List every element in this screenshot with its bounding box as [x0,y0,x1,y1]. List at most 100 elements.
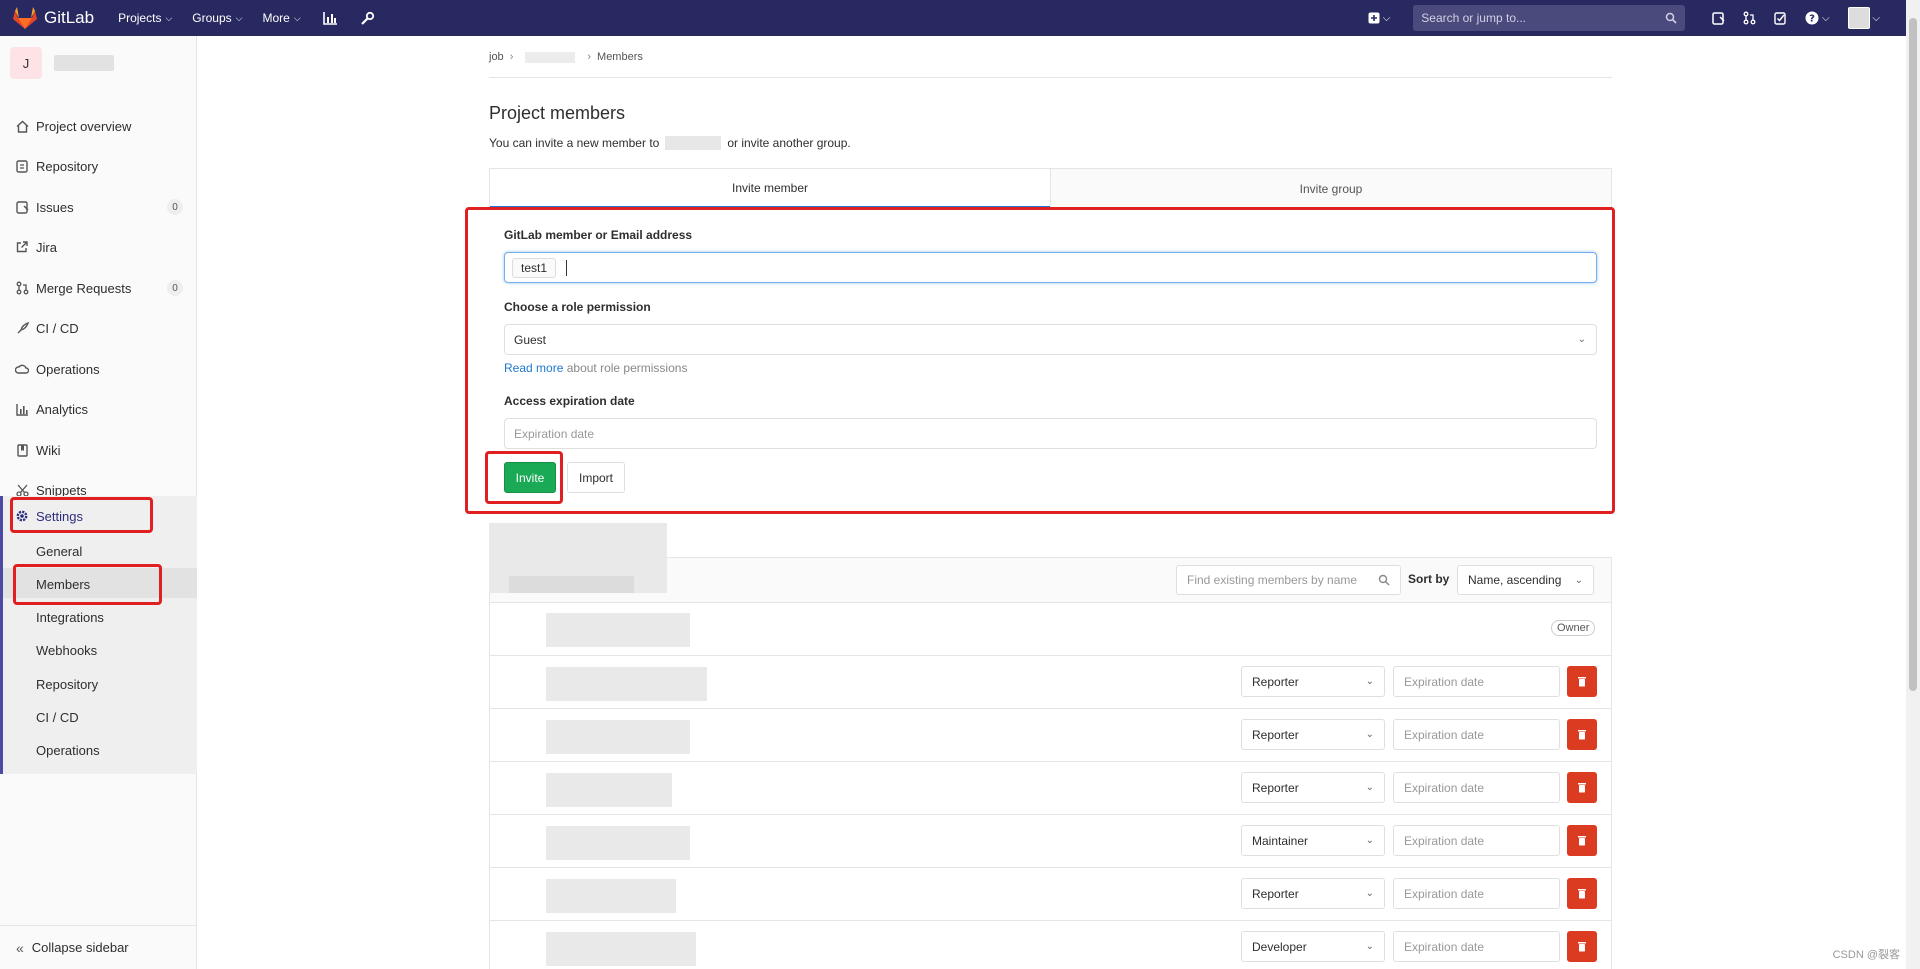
user-avatar-menu[interactable]: ⌵ [1847,7,1880,29]
sidebar-sub-members[interactable]: Members [36,577,90,592]
nav-groups[interactable]: Groups ⌵ [192,11,242,25]
sidebar-sub-operations[interactable]: Operations [36,743,100,758]
role-field-label: Choose a role permission [504,300,651,314]
page-scrollbar[interactable] [1906,0,1920,969]
member-expiration-input[interactable]: Expiration date [1393,825,1560,856]
sidebar-sub-ci-cd[interactable]: CI / CD [36,710,79,725]
member-search-input[interactable]: test1 [504,252,1597,283]
role-select[interactable]: Guest ⌄ [504,324,1597,355]
help-icon[interactable]: ? ⌵ [1805,11,1830,25]
sidebar-item-repository[interactable]: Repository [0,150,197,182]
breadcrumb-root[interactable]: job [489,51,504,63]
issues-icon [14,199,30,215]
member-expiration-input[interactable]: Expiration date [1393,931,1560,962]
sidebar-item-jira[interactable]: Jira [0,231,197,263]
remove-member-button[interactable] [1567,719,1597,750]
invite-tabs: Invite member Invite group [489,168,1612,209]
chevron-down-icon: ⌄ [1574,574,1583,586]
collapse-sidebar-button[interactable]: « Collapse sidebar [0,925,197,969]
new-item-plus-icon[interactable]: ⌵ [1368,12,1390,24]
user-avatar-icon [1847,7,1870,29]
expiration-date-input[interactable]: Expiration date [504,418,1597,449]
book-icon [14,442,30,458]
remove-member-button[interactable] [1567,772,1597,803]
sort-select[interactable]: Name, ascending ⌄ [1457,565,1594,595]
search-icon [1666,12,1677,24]
sidebar-sub-webhooks[interactable]: Webhooks [36,643,97,658]
global-search-input[interactable]: Search or jump to... [1413,5,1686,31]
tab-invite-member[interactable]: Invite member [490,169,1050,208]
wrench-icon[interactable] [360,11,375,26]
sidebar-sub-general[interactable]: General [36,544,82,559]
chevron-down-icon: ⌄ [1365,835,1374,846]
chevron-down-icon: ⌄ [1365,782,1374,793]
sidebar-sub-integrations[interactable]: Integrations [36,610,104,625]
read-more-link[interactable]: Read more [504,361,563,375]
activity-chart-icon[interactable] [322,11,338,25]
sidebar-item-issues[interactable]: Issues 0 [0,191,197,223]
trash-icon [1578,836,1586,846]
member-expiration-input[interactable]: Expiration date [1393,666,1560,697]
remove-member-button[interactable] [1567,666,1597,697]
header-divider [489,77,1612,78]
rocket-icon [14,320,30,336]
sidebar-sub-repository[interactable]: Repository [36,677,98,692]
member-role-select[interactable]: Reporter ⌄ [1241,878,1385,909]
page-title: Project members [489,103,626,123]
external-link-icon [14,239,30,255]
expiration-field-label: Access expiration date [504,394,635,408]
sidebar-item-merge-requests[interactable]: Merge Requests 0 [0,272,197,304]
sidebar-item-wiki[interactable]: Wiki [0,434,197,466]
member-expiration-input[interactable]: Expiration date [1393,878,1560,909]
trash-icon [1578,677,1586,687]
member-expiration-input[interactable]: Expiration date [1393,772,1560,803]
redacted-member [546,667,707,701]
trash-icon [1578,942,1586,952]
remove-member-button[interactable] [1567,878,1597,909]
member-role-select[interactable]: Developer ⌄ [1241,931,1385,962]
todos-nav-icon[interactable] [1774,11,1787,25]
redacted-member [546,720,690,754]
sidebar-item-ci-cd[interactable]: CI / CD [0,312,197,344]
merge-requests-nav-icon[interactable] [1743,11,1756,25]
find-members-input[interactable]: Find existing members by name [1176,565,1401,595]
member-role-select[interactable]: Reporter ⌄ [1241,772,1385,803]
chevron-down-icon: ⌵ [235,12,243,23]
sidebar-item-operations[interactable]: Operations [0,353,197,385]
sidebar-item-analytics[interactable]: Analytics [0,393,197,425]
top-navbar: GitLab Projects ⌵ Groups ⌵ More ⌵ ⌵ Search … [0,0,1906,36]
remove-member-button[interactable] [1567,931,1597,962]
nav-projects[interactable]: Projects ⌵ [118,11,172,25]
page-description: You can invite a new member to or invite… [489,136,851,150]
tab-invite-group[interactable]: Invite group [1050,169,1611,208]
sidebar-item-project-overview[interactable]: Project overview [0,110,197,142]
merge-requests-count-badge: 0 [167,280,183,296]
member-role-select[interactable]: Reporter ⌄ [1241,719,1385,750]
member-role-select[interactable]: Reporter ⌄ [1241,666,1385,697]
remove-member-button[interactable] [1567,825,1597,856]
chevron-down-icon: ⌵ [293,12,301,23]
nav-more[interactable]: More ⌵ [262,11,300,25]
member-expiration-input[interactable]: Expiration date [1393,719,1560,750]
chevron-down-icon: ⌄ [1365,676,1374,687]
gitlab-logo[interactable]: GitLab [12,0,94,36]
import-button[interactable]: Import [567,462,625,493]
project-header[interactable]: J [0,36,196,90]
cloud-icon [14,361,30,377]
breadcrumb: job › › Members [489,51,643,63]
issues-nav-icon[interactable] [1712,11,1725,25]
brand-name: GitLab [44,8,95,27]
invite-button[interactable]: Invite [504,462,556,493]
search-icon [1378,574,1390,586]
member-role-select[interactable]: Maintainer ⌄ [1241,825,1385,856]
gitlab-fox-icon [13,7,37,29]
chevron-down-icon: ⌄ [1365,888,1374,899]
sidebar-item-settings[interactable]: Settings [0,498,194,534]
project-name-redacted [54,55,114,71]
breadcrumb-project-redacted[interactable] [525,51,576,63]
breadcrumb-separator-icon: › [587,51,592,63]
selected-member-token[interactable]: test1 [512,257,557,278]
breadcrumb-current[interactable]: Members [597,51,643,63]
role-help-text: Read more about role permissions [504,361,688,375]
scrollbar-thumb[interactable] [1909,18,1917,691]
